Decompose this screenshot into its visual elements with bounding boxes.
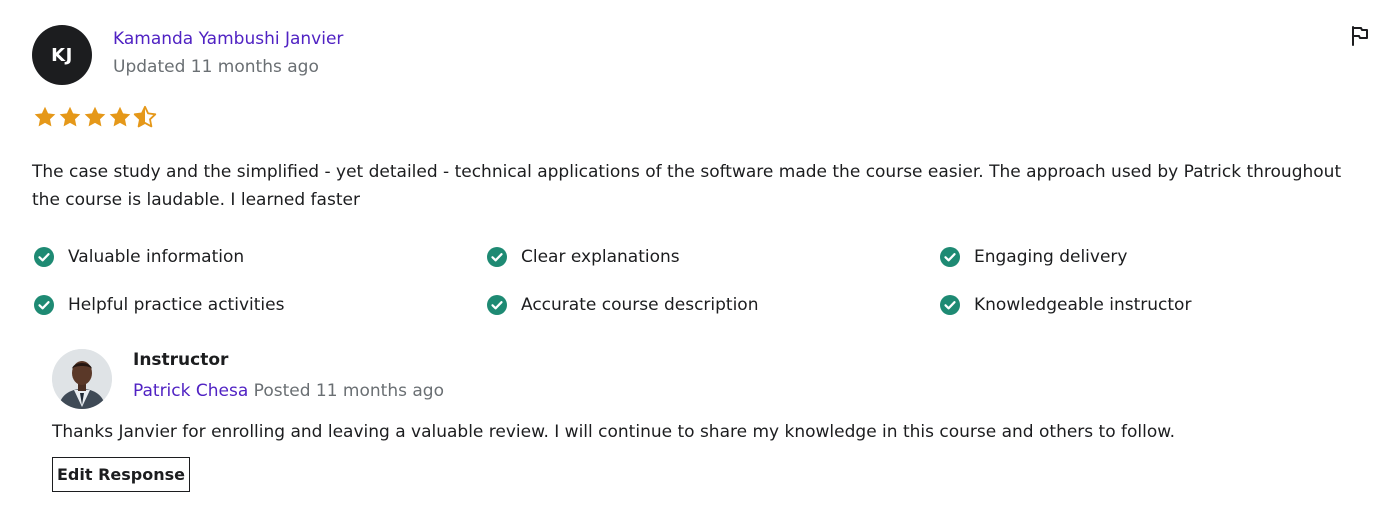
tag-item: Accurate course description: [486, 293, 759, 317]
star-icon: [84, 106, 106, 127]
star-icon: [109, 106, 131, 127]
reviewer-avatar: KJ: [32, 25, 92, 85]
tag-label: Engaging delivery: [974, 247, 1128, 267]
flag-icon[interactable]: [1349, 25, 1371, 47]
instructor-name[interactable]: Patrick Chesa: [133, 381, 248, 401]
edit-response-button[interactable]: Edit Response: [52, 457, 190, 492]
tag-item: Clear explanations: [486, 245, 680, 269]
tag-label: Accurate course description: [521, 295, 759, 315]
tag-label: Knowledgeable instructor: [974, 295, 1192, 315]
review-updated-time: Updated 11 months ago: [113, 57, 319, 77]
review-text: The case study and the simplified - yet …: [32, 162, 1342, 210]
star-icon: [34, 106, 56, 127]
tag-item: Helpful practice activities: [33, 293, 284, 317]
check-circle-icon: [487, 295, 507, 315]
instructor-posted-time: Posted 11 months ago: [253, 381, 444, 401]
check-circle-icon: [34, 247, 54, 267]
star-icon: [59, 106, 81, 127]
instructor-meta: Patrick Chesa Posted 11 months ago: [133, 381, 444, 401]
half-star-icon: [133, 105, 157, 128]
check-circle-icon: [940, 295, 960, 315]
star-rating: [33, 105, 157, 129]
tag-label: Helpful practice activities: [68, 295, 285, 315]
check-circle-icon: [487, 247, 507, 267]
tag-item: Valuable information: [33, 245, 244, 269]
tag-label: Clear explanations: [521, 247, 680, 267]
instructor-title: Instructor: [133, 350, 229, 370]
tag-item: Engaging delivery: [939, 245, 1127, 269]
reviewer-name: Kamanda Yambushi Janvier: [113, 29, 344, 49]
instructor-response-text: Thanks Janvier for enrolling and leaving…: [52, 422, 1175, 442]
tag-item: Knowledgeable instructor: [939, 293, 1191, 317]
check-circle-icon: [940, 247, 960, 267]
tag-label: Valuable information: [68, 247, 245, 267]
avatar-initials: KJ: [51, 44, 73, 66]
instructor-photo-image: [52, 349, 112, 409]
review-card: KJ Kamanda Yambushi Janvier Updated 11 m…: [0, 0, 1393, 522]
instructor-avatar: [52, 349, 112, 409]
check-circle-icon: [34, 295, 54, 315]
